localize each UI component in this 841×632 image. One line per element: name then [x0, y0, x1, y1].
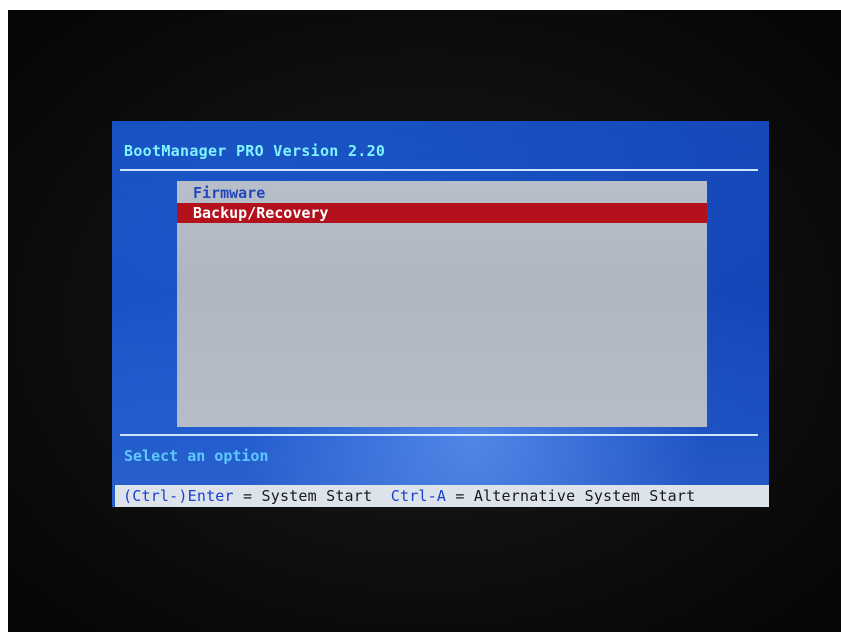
hint-spacer	[372, 487, 390, 505]
app-title: BootManager PRO Version 2.20	[124, 142, 386, 160]
hint-action-system-start: System Start	[261, 487, 373, 505]
hint-action-alternative-start: Alternative System Start	[473, 487, 696, 505]
boot-screen: BootManager PRO Version 2.20 Firmware Ba…	[112, 121, 769, 507]
hint-key-ctrl-a: Ctrl-A	[390, 487, 447, 505]
photo-frame: BootManager PRO Version 2.20 Firmware Ba…	[8, 10, 841, 632]
hint-sep-2: =	[446, 487, 474, 505]
key-hint-bar: (Ctrl-)Enter = System Start Ctrl-A = Alt…	[115, 485, 769, 507]
status-text: Select an option	[124, 447, 269, 465]
boot-menu: Firmware Backup/Recovery	[177, 181, 707, 427]
bottom-divider	[120, 434, 758, 436]
menu-item-firmware[interactable]: Firmware	[177, 183, 707, 203]
top-divider	[120, 169, 758, 171]
hint-key-enter: (Ctrl-)Enter	[123, 487, 234, 505]
hint-sep-1: =	[233, 487, 262, 505]
menu-item-backup-recovery[interactable]: Backup/Recovery	[177, 203, 707, 223]
